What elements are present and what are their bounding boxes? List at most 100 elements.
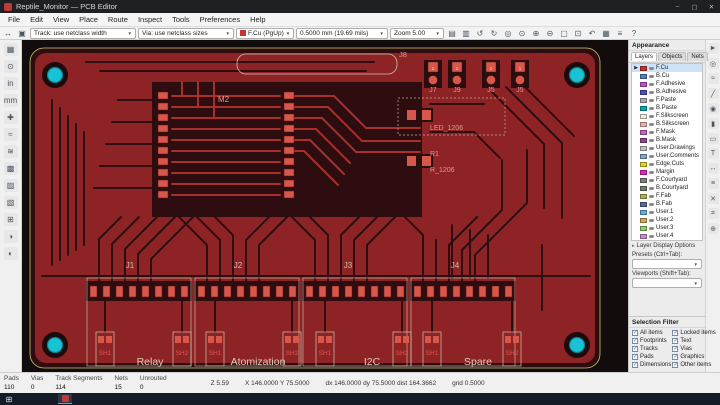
footprint-j5b[interactable]: [510, 59, 530, 89]
layer-visibility-icon[interactable]: [649, 138, 654, 142]
label-led[interactable]: LED_1206: [430, 125, 463, 132]
layer-row-User.Drawings[interactable]: User.Drawings: [632, 144, 702, 152]
layer-visibility-icon[interactable]: [649, 146, 654, 150]
layer-visibility-icon[interactable]: [649, 162, 654, 166]
toolbar-icon-auto-width-icon[interactable]: ▣: [16, 28, 28, 39]
layer-row-F.Mask[interactable]: F.Mask: [632, 128, 702, 136]
checkbox-icon[interactable]: ✓: [672, 362, 679, 368]
layer-visibility-icon[interactable]: [649, 90, 654, 94]
checkbox-icon[interactable]: ✓: [632, 330, 638, 336]
mounting-hole[interactable]: [563, 61, 591, 89]
toolbar-icon-print-icon[interactable]: ▥: [460, 28, 472, 39]
layer-color-swatch[interactable]: [640, 177, 647, 183]
taskbar-app-kicad[interactable]: [58, 394, 72, 404]
layer-row-F.Courtyard[interactable]: F.Courtyard: [632, 176, 702, 184]
layer-color-swatch[interactable]: [640, 113, 647, 119]
left-toolbar-icon-zone-fill-icon[interactable]: ▩: [3, 162, 18, 175]
label-sh[interactable]: SH2: [286, 350, 299, 357]
right-toolbar-icon-align-tool-icon[interactable]: ≡: [707, 178, 719, 189]
layer-row-User.1[interactable]: User.1: [632, 208, 702, 216]
start-button[interactable]: ⊞: [0, 393, 18, 405]
checkbox-icon[interactable]: ✓: [672, 338, 679, 344]
layer-visibility-icon[interactable]: [649, 74, 654, 78]
toolbar-icon-find-icon[interactable]: ◎: [502, 28, 514, 39]
layer-row-F.Silkscreen[interactable]: F.Silkscreen: [632, 112, 702, 120]
left-toolbar-icon-cursor-shape-icon[interactable]: ✚: [3, 111, 18, 124]
ref-j9[interactable]: J9: [453, 87, 461, 94]
filter-checkbox-item[interactable]: ✓ Pads: [632, 354, 671, 360]
layer-row-B.Adhesive[interactable]: B.Adhesive: [632, 88, 702, 96]
tab-nets[interactable]: Nets: [687, 52, 708, 61]
checkbox-icon[interactable]: ✓: [672, 330, 679, 336]
toolbar-icon-scripting-icon[interactable]: ≡: [614, 28, 626, 39]
right-toolbar-icon-route-track-icon[interactable]: ╱: [707, 88, 719, 99]
ref-j5a[interactable]: J5: [487, 87, 495, 94]
ref-j3[interactable]: J3: [344, 261, 353, 270]
layer-row-User.Comments[interactable]: User.Comments: [632, 152, 702, 160]
track-width-dropdown[interactable]: Track: use netclass width ▼: [30, 27, 136, 39]
layer-visibility-icon[interactable]: [649, 66, 654, 70]
left-toolbar-icon-pad-numbers-icon[interactable]: ⊞: [3, 213, 18, 226]
window-button-close-button[interactable]: ✕: [703, 0, 720, 13]
filter-checkbox-item[interactable]: ✓ Dimensions: [632, 362, 671, 368]
ref-j7[interactable]: J7: [429, 87, 437, 94]
layer-row-Edge.Cuts[interactable]: Edge.Cuts: [632, 160, 702, 168]
grid-dropdown[interactable]: 0.5000 mm (19.69 mils) ▼: [296, 27, 388, 39]
left-toolbar-icon-polar-coords-icon[interactable]: ⊙: [3, 60, 18, 73]
layer-visibility-icon[interactable]: [649, 154, 654, 158]
layer-color-swatch[interactable]: [640, 201, 647, 207]
menu-item[interactable]: Edit: [25, 13, 48, 26]
layer-color-swatch[interactable]: [640, 185, 647, 191]
layer-color-swatch[interactable]: [640, 137, 647, 143]
toolbar-icon-rotate-icon[interactable]: ↶: [586, 28, 598, 39]
layer-visibility-icon[interactable]: [649, 178, 654, 182]
toolbar-icon-help-icon[interactable]: ?: [628, 28, 640, 39]
layer-row-F.Cu[interactable]: ▶ F.Cu: [632, 64, 702, 72]
layer-color-swatch[interactable]: [640, 153, 647, 159]
window-button-maximize-button[interactable]: ▢: [686, 0, 703, 13]
right-toolbar-icon-rule-area-icon[interactable]: ▭: [707, 133, 719, 144]
right-toolbar-icon-via-tool-icon[interactable]: ◉: [707, 103, 719, 114]
layer-color-swatch[interactable]: [640, 217, 647, 223]
mounting-hole[interactable]: [41, 331, 69, 359]
filter-checkbox-item[interactable]: ✓ Locked items: [672, 330, 716, 336]
layer-selector-dropdown[interactable]: F.Cu (PgUp) ▼: [236, 27, 294, 39]
left-toolbar-icon-ratsnest-icon[interactable]: ≈: [3, 128, 18, 141]
layer-row-User.4[interactable]: User.4: [632, 232, 702, 240]
filter-checkbox-item[interactable]: ✓ Text: [672, 338, 715, 344]
toolbar-icon-zoom-out-icon[interactable]: ⊖: [544, 28, 556, 39]
label-sh[interactable]: SH2: [396, 350, 409, 357]
section-label-atomization[interactable]: Atomization: [231, 356, 286, 368]
footprint-j7[interactable]: [423, 59, 443, 89]
layer-color-swatch[interactable]: [640, 81, 647, 87]
label-sh[interactable]: SH2: [176, 350, 189, 357]
layer-color-swatch[interactable]: [640, 97, 647, 103]
via-size-dropdown[interactable]: Via: use netclass sizes ▼: [138, 27, 234, 39]
menu-item[interactable]: Help: [245, 13, 270, 26]
layer-row-B.Silkscreen[interactable]: B.Silkscreen: [632, 120, 702, 128]
filter-checkbox-item[interactable]: ✓ Other items: [672, 362, 715, 368]
layer-color-swatch[interactable]: [640, 89, 647, 95]
left-toolbar-icon-units-mm-icon[interactable]: mm: [3, 94, 18, 107]
window-button-minimize-button[interactable]: –: [669, 0, 686, 13]
layer-color-swatch[interactable]: [640, 129, 647, 135]
layer-row-B.Paste[interactable]: B.Paste: [632, 104, 702, 112]
layer-row-User.2[interactable]: User.2: [632, 216, 702, 224]
mounting-hole[interactable]: [41, 61, 69, 89]
menu-item[interactable]: View: [48, 13, 74, 26]
menu-item[interactable]: Tools: [167, 13, 195, 26]
checkbox-icon[interactable]: ✓: [672, 346, 679, 352]
section-label-spare[interactable]: Spare: [464, 356, 492, 368]
mounting-hole[interactable]: [563, 331, 591, 359]
left-toolbar-icon-dim-layers-icon[interactable]: ◐: [3, 247, 18, 260]
toolbar-icon-3d-viewer-icon[interactable]: ▦: [600, 28, 612, 39]
layer-row-F.Paste[interactable]: F.Paste: [632, 96, 702, 104]
footprint-j9[interactable]: [447, 59, 467, 89]
label-sh[interactable]: SH1: [99, 350, 112, 357]
layer-row-B.Cu[interactable]: B.Cu: [632, 72, 702, 80]
layer-color-swatch[interactable]: [640, 169, 647, 175]
layer-color-swatch[interactable]: [640, 145, 647, 151]
zoom-dropdown[interactable]: Zoom 5.00 ▼: [390, 27, 444, 39]
checkbox-icon[interactable]: ✓: [632, 346, 638, 352]
checkbox-icon[interactable]: ✓: [632, 362, 638, 368]
